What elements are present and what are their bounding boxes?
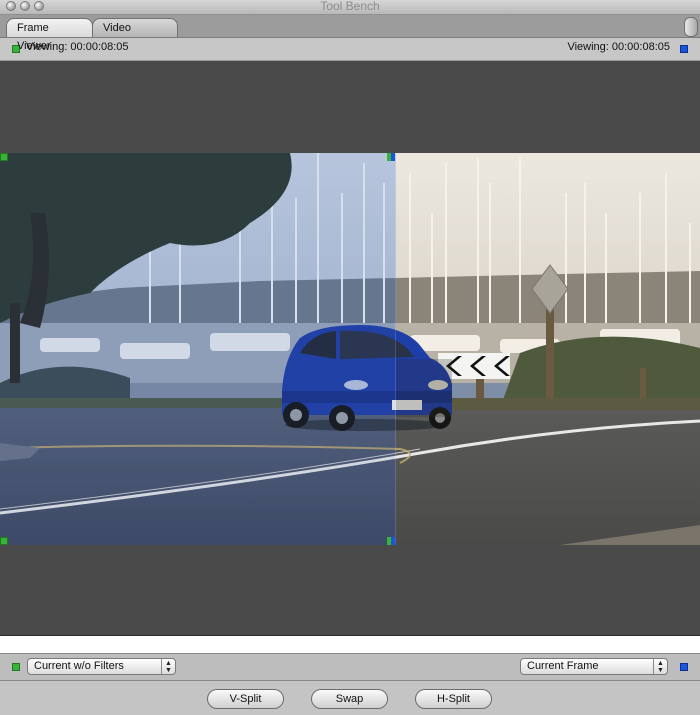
split-handle-icon[interactable]	[387, 153, 395, 161]
tab-scroll-knob[interactable]	[684, 17, 698, 37]
green-square-icon	[12, 663, 20, 671]
split-buttons-bar: V-Split Swap H-Split	[0, 681, 700, 715]
blue-square-icon	[680, 45, 688, 53]
tab-bar: Video Scopes Frame Viewer	[0, 15, 700, 52]
blue-square-icon	[680, 663, 688, 671]
info-bar: Viewing: 00:00:08:05 Viewing: 00:00:08:0…	[0, 38, 700, 61]
green-square-icon	[0, 537, 8, 545]
video-frame-image	[0, 153, 700, 545]
split-handle-icon[interactable]	[387, 537, 395, 545]
window-title: Tool Bench	[320, 0, 380, 13]
right-source-select-value: Current Frame	[527, 660, 599, 672]
stepper-arrows-icon: ▲ ▼	[161, 659, 175, 674]
left-source-select-value: Current w/o Filters	[34, 660, 124, 672]
swap-button[interactable]: Swap	[311, 689, 388, 709]
green-square-icon	[0, 153, 8, 161]
split-divider[interactable]	[395, 153, 396, 545]
tab-video-scopes[interactable]: Video Scopes	[92, 18, 178, 52]
left-source-select[interactable]: Current w/o Filters ▲ ▼	[27, 658, 176, 675]
source-control-bar: Current w/o Filters ▲ ▼ Current Frame ▲ ▼	[0, 653, 700, 681]
frame-picture	[0, 153, 700, 545]
frame-viewer-area	[0, 61, 700, 635]
right-source-select[interactable]: Current Frame ▲ ▼	[520, 658, 668, 675]
separator	[0, 635, 700, 653]
v-split-button[interactable]: V-Split	[207, 689, 284, 709]
viewing-timecode-right: Viewing: 00:00:08:05	[567, 41, 670, 53]
window-titlebar: Tool Bench	[0, 0, 700, 15]
stepper-arrows-icon: ▲ ▼	[653, 659, 667, 674]
h-split-button[interactable]: H-Split	[415, 689, 492, 709]
tab-frame-viewer[interactable]: Frame Viewer	[6, 18, 93, 52]
